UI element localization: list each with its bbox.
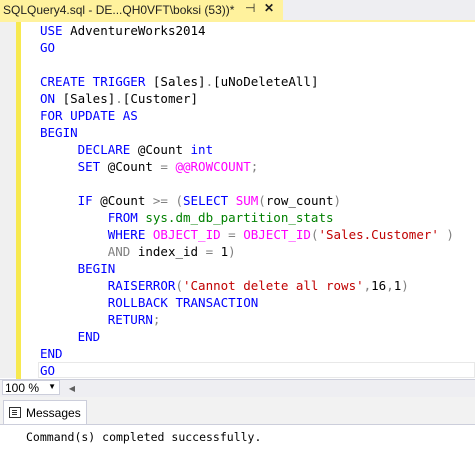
code-token: IF xyxy=(40,193,101,208)
code-line[interactable]: GO xyxy=(22,362,475,379)
code-line[interactable]: DECLARE @Count int xyxy=(22,141,475,158)
messages-icon xyxy=(9,407,21,418)
code-token: ) xyxy=(401,278,409,293)
code-line[interactable] xyxy=(22,56,475,73)
tab-messages-label: Messages xyxy=(26,405,81,420)
code-token: WHERE xyxy=(40,227,153,242)
code-token: SET xyxy=(40,159,108,174)
code-line[interactable]: USE AdventureWorks2014 xyxy=(22,22,475,39)
code-line[interactable]: WHERE OBJECT_ID = OBJECT_ID('Sales.Custo… xyxy=(22,226,475,243)
code-token: . xyxy=(115,91,123,106)
code-token: ; xyxy=(152,312,161,327)
code-token: FOR UPDATE AS xyxy=(40,108,138,123)
code-token: END xyxy=(40,329,101,344)
code-token: OBJECT_ID xyxy=(152,227,229,242)
code-token: row_count xyxy=(265,193,334,208)
code-token: = xyxy=(228,227,244,242)
code-token: sys.dm_db_partition_stats xyxy=(145,210,334,225)
code-line[interactable]: CREATE TRIGGER [Sales].[uNoDeleteAll] xyxy=(22,73,475,90)
code-line[interactable]: ROLLBACK TRANSACTION xyxy=(22,294,475,311)
code-token: ON xyxy=(40,91,63,106)
code-line[interactable]: RAISERROR('Cannot delete all rows',16,1) xyxy=(22,277,475,294)
code-token: FROM xyxy=(40,210,146,225)
code-token: . xyxy=(205,74,214,89)
editor-margin xyxy=(0,22,16,378)
code-token: index_id xyxy=(137,244,206,259)
code-token: OBJECT_ID xyxy=(243,227,311,242)
code-token: 'Cannot delete all rows' xyxy=(183,278,364,293)
code-token: [uNoDeleteAll] xyxy=(213,74,319,89)
change-tracking-bar xyxy=(16,22,21,379)
editor-status-row: 100 % ▼ ◀ xyxy=(0,379,475,397)
code-token: ( xyxy=(175,278,183,293)
code-line[interactable]: RETURN; xyxy=(22,311,475,328)
code-line[interactable]: FOR UPDATE AS xyxy=(22,107,475,124)
code-token: >= ( xyxy=(152,193,184,208)
zoom-select[interactable]: 100 % ▼ xyxy=(2,380,60,395)
code-token: AdventureWorks2014 xyxy=(70,23,206,38)
code-line[interactable]: GO xyxy=(22,39,475,56)
code-token: DECLARE xyxy=(40,142,138,157)
code-token: AND xyxy=(40,244,138,259)
result-message: Command(s) completed successfully. xyxy=(26,430,262,444)
code-token: ( xyxy=(258,193,266,208)
code-token: USE xyxy=(40,23,71,38)
tab-sqlquery4[interactable]: SQLQuery4.sql - DE...QH0VFT\boksi (53))*… xyxy=(0,0,283,20)
code-line[interactable]: END xyxy=(22,328,475,345)
code-token: SUM xyxy=(235,193,259,208)
code-area[interactable]: USE AdventureWorks2014 GO CREATE TRIGGER … xyxy=(22,22,475,379)
code-token: ) xyxy=(333,193,342,208)
code-line[interactable]: FROM sys.dm_db_partition_stats xyxy=(22,209,475,226)
query-editor[interactable]: USE AdventureWorks2014 GO CREATE TRIGGER … xyxy=(0,22,475,379)
code-token: = xyxy=(160,159,176,174)
code-token: 'Sales.Customer' xyxy=(318,227,439,242)
code-line[interactable] xyxy=(22,175,475,192)
document-tabstrip: SQLQuery4.sql - DE...QH0VFT\boksi (53))*… xyxy=(0,0,475,20)
code-token: @Count xyxy=(107,159,161,174)
code-token: GO xyxy=(40,40,56,55)
code-token: @@ROWCOUNT xyxy=(175,159,251,174)
code-token: @Count xyxy=(137,142,191,157)
code-token: SELECT xyxy=(183,193,236,208)
tab-messages[interactable]: Messages xyxy=(3,400,87,424)
code-token: END xyxy=(40,346,63,361)
chevron-down-icon: ▼ xyxy=(48,382,56,391)
code-token: RAISERROR xyxy=(40,278,176,293)
code-line[interactable]: ON [Sales].[Customer] xyxy=(22,90,475,107)
code-token: , xyxy=(386,278,394,293)
code-token: GO xyxy=(40,363,56,378)
code-token: ) xyxy=(438,227,454,242)
code-line[interactable]: AND index_id = 1) xyxy=(22,243,475,260)
code-token: CREATE TRIGGER xyxy=(40,74,153,89)
code-line[interactable]: SET @Count = @@ROWCOUNT; xyxy=(22,158,475,175)
code-token: = xyxy=(205,244,221,259)
results-tabstrip: Messages xyxy=(0,397,475,425)
pin-icon[interactable]: ⊣ xyxy=(245,1,255,15)
code-token: 16 xyxy=(371,278,387,293)
code-token: ; xyxy=(250,159,259,174)
code-token: [Sales] xyxy=(152,74,206,89)
code-line[interactable]: END xyxy=(22,345,475,362)
code-token: int xyxy=(190,142,214,157)
code-line[interactable]: BEGIN xyxy=(22,260,475,277)
code-token: ) xyxy=(228,244,236,259)
code-token: BEGIN xyxy=(40,125,78,140)
close-icon[interactable]: ✕ xyxy=(264,1,274,15)
scroll-left-icon[interactable]: ◀ xyxy=(66,381,78,395)
code-token: [Sales] xyxy=(62,91,116,106)
code-token: ROLLBACK TRANSACTION xyxy=(40,295,259,310)
code-token: [Customer] xyxy=(122,91,199,106)
zoom-value: 100 % xyxy=(5,380,40,395)
code-token: @Count xyxy=(100,193,153,208)
results-pane: Messages Command(s) completed successful… xyxy=(0,397,475,458)
code-line[interactable]: BEGIN xyxy=(22,124,475,141)
code-line[interactable]: IF @Count >= (SELECT SUM(row_count) xyxy=(22,192,475,209)
code-token: RETURN xyxy=(40,312,153,327)
tab-title: SQLQuery4.sql - DE...QH0VFT\boksi (53))* xyxy=(3,3,235,17)
code-token: BEGIN xyxy=(40,261,116,276)
